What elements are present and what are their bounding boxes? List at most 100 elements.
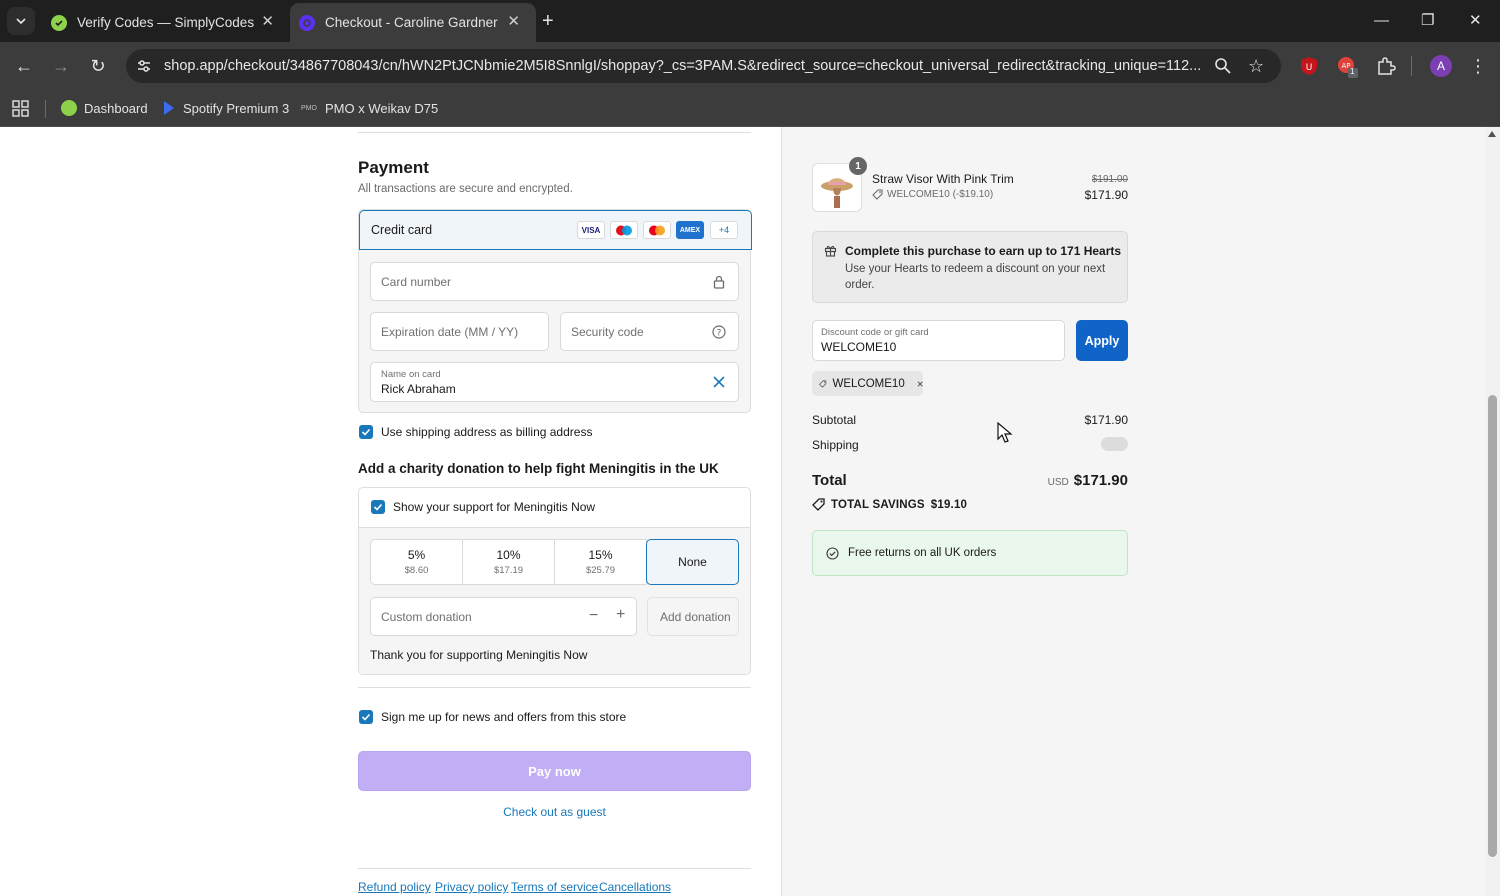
tag-icon (819, 380, 827, 388)
total-value: $171.90 (1073, 472, 1128, 489)
forward-icon[interactable]: → (49, 54, 73, 78)
payment-subheading: All transactions are secure and encrypte… (358, 183, 573, 195)
name-on-card-field[interactable]: Name on card Rick Abraham (370, 362, 739, 402)
remove-discount-icon[interactable] (917, 379, 923, 389)
terms-of-service-link[interactable]: Terms of service (511, 880, 598, 894)
profile-avatar[interactable]: A (1430, 55, 1452, 77)
discount-code-field[interactable]: Discount code or gift card WELCOME10 (812, 320, 1065, 361)
tab-title: Checkout - Caroline Gardner (325, 15, 498, 30)
donation-option-10[interactable]: 10% $17.19 (462, 539, 555, 585)
bookmark-divider (45, 100, 46, 118)
close-tab-icon[interactable]: ✕ (261, 14, 274, 30)
minus-icon[interactable]: − (589, 607, 598, 625)
original-price: $191.00 (1091, 174, 1128, 185)
billing-address-checkbox[interactable] (359, 425, 373, 439)
new-tab-icon[interactable]: + (542, 10, 554, 32)
applied-discount-code: WELCOME10 (832, 377, 905, 390)
donation-option-none[interactable]: None (646, 539, 739, 585)
chevron-down-icon (16, 18, 26, 25)
site-settings-icon[interactable] (136, 58, 152, 74)
privacy-policy-link[interactable]: Privacy policy (435, 880, 508, 894)
product-name: Straw Visor With Pink Trim (872, 172, 1014, 186)
extensions-puzzle-icon[interactable] (1374, 55, 1396, 77)
tab-simplycodes[interactable]: Verify Codes — SimplyCodes ✕ (42, 3, 290, 42)
total-label: Total (812, 472, 847, 489)
custom-donation-field[interactable]: Custom donation − + (370, 597, 637, 636)
apply-discount-button[interactable]: Apply (1076, 320, 1128, 361)
support-charity-checkbox[interactable] (371, 500, 385, 514)
total-currency: USD (1047, 477, 1069, 488)
quantity-badge: 1 (849, 157, 867, 175)
browser-toolbar: ← → ↻ shop.app/checkout/34867708043/cn/h… (0, 42, 1500, 90)
checkout-page: Payment All transactions are secure and … (0, 127, 1485, 896)
bookmark-label: PMO x Weikav D75 (325, 100, 439, 116)
donation-amount: $17.19 (493, 565, 524, 576)
spotify-favicon-icon (162, 100, 176, 116)
newsletter-label: Sign me up for news and offers from this… (381, 710, 627, 724)
toolbar-divider (1411, 56, 1412, 76)
adblock-extension-icon[interactable]: AP 1 (1336, 55, 1358, 78)
lock-icon (713, 275, 725, 289)
close-tab-icon[interactable]: ✕ (507, 14, 520, 30)
bookmark-spotify[interactable]: Spotify Premium 3 (162, 98, 289, 118)
checkmark-icon (361, 428, 371, 436)
refund-policy-link[interactable]: Refund policy (358, 880, 431, 894)
mastercard-logo-icon (643, 221, 671, 239)
hearts-title: Complete this purchase to earn up to 171… (845, 244, 1122, 258)
minimize-icon[interactable]: — (1374, 10, 1389, 32)
section-divider (358, 132, 751, 133)
add-donation-label: Add donation (660, 610, 731, 624)
donation-percent: 10% (496, 548, 521, 562)
product-discount: WELCOME10 (-$19.10) (872, 189, 993, 200)
ublock-extension-icon[interactable]: U (1298, 55, 1320, 77)
reload-icon[interactable]: ↻ (86, 54, 110, 78)
credit-card-option[interactable]: Credit card VISA AMEX +4 (359, 210, 752, 250)
tab-checkout[interactable]: Checkout - Caroline Gardner ✕ (290, 3, 536, 42)
close-window-icon[interactable]: ✕ (1469, 10, 1482, 32)
security-code-field[interactable]: Security code ? (560, 312, 739, 351)
donation-option-5[interactable]: 5% $8.60 (370, 539, 463, 585)
subtotal-value: $171.90 (1084, 413, 1128, 427)
billing-address-label: Use shipping address as billing address (381, 425, 593, 439)
section-divider (358, 868, 751, 869)
page-scrollbar[interactable] (1485, 127, 1500, 896)
gift-icon (824, 246, 837, 257)
apps-grid-icon[interactable] (12, 98, 29, 118)
zoom-icon[interactable] (1214, 57, 1232, 75)
bookmark-pmo[interactable]: PMO PMO x Weikav D75 (301, 98, 438, 118)
dashboard-favicon-icon (61, 100, 77, 116)
free-returns-text: Free returns on all UK orders (848, 547, 997, 559)
scrollbar-thumb[interactable] (1488, 395, 1497, 857)
back-icon[interactable]: ← (12, 54, 36, 78)
cancellations-link[interactable]: Cancellations (599, 880, 671, 894)
donation-percent: 15% (588, 548, 613, 562)
product-discount-text: WELCOME10 (-$19.10) (887, 189, 994, 200)
add-donation-button[interactable]: Add donation (647, 597, 739, 636)
payment-heading: Payment (358, 158, 429, 177)
bookmark-star-icon[interactable]: ☆ (1248, 56, 1264, 77)
donation-options-panel: 5% $8.60 10% $17.19 15% $25.79 None Cust… (359, 527, 750, 674)
expiration-date-field[interactable]: Expiration date (MM / YY) (370, 312, 549, 351)
custom-donation-placeholder: Custom donation (381, 610, 472, 624)
plus-icon[interactable]: + (616, 606, 625, 624)
newsletter-checkbox[interactable] (359, 710, 373, 724)
charity-heading: Add a charity donation to help fight Men… (358, 461, 719, 476)
address-bar[interactable]: shop.app/checkout/34867708043/cn/hWN2PtJ… (126, 49, 1281, 83)
donation-option-15[interactable]: 15% $25.79 (554, 539, 647, 585)
help-icon[interactable]: ? (712, 325, 726, 339)
checkmark-icon (361, 713, 371, 721)
shipping-loading-placeholder (1101, 437, 1128, 451)
bookmark-label: Dashboard (84, 100, 148, 116)
more-menu-icon[interactable]: ⋮ (1466, 54, 1490, 78)
tab-search-button[interactable] (7, 7, 35, 35)
pay-now-button[interactable]: Pay now (358, 751, 751, 791)
card-number-field[interactable]: Card number (370, 262, 739, 301)
free-returns-banner: Free returns on all UK orders (812, 530, 1128, 576)
subtotal-label: Subtotal (812, 413, 857, 427)
bookmark-dashboard[interactable]: Dashboard (61, 98, 148, 118)
scroll-up-arrow-icon[interactable] (1488, 131, 1496, 137)
guest-checkout-link[interactable]: Check out as guest (358, 805, 751, 819)
savings-value: $19.10 (930, 498, 968, 511)
restore-icon[interactable]: ❐ (1421, 10, 1434, 32)
clear-icon[interactable] (713, 376, 725, 388)
